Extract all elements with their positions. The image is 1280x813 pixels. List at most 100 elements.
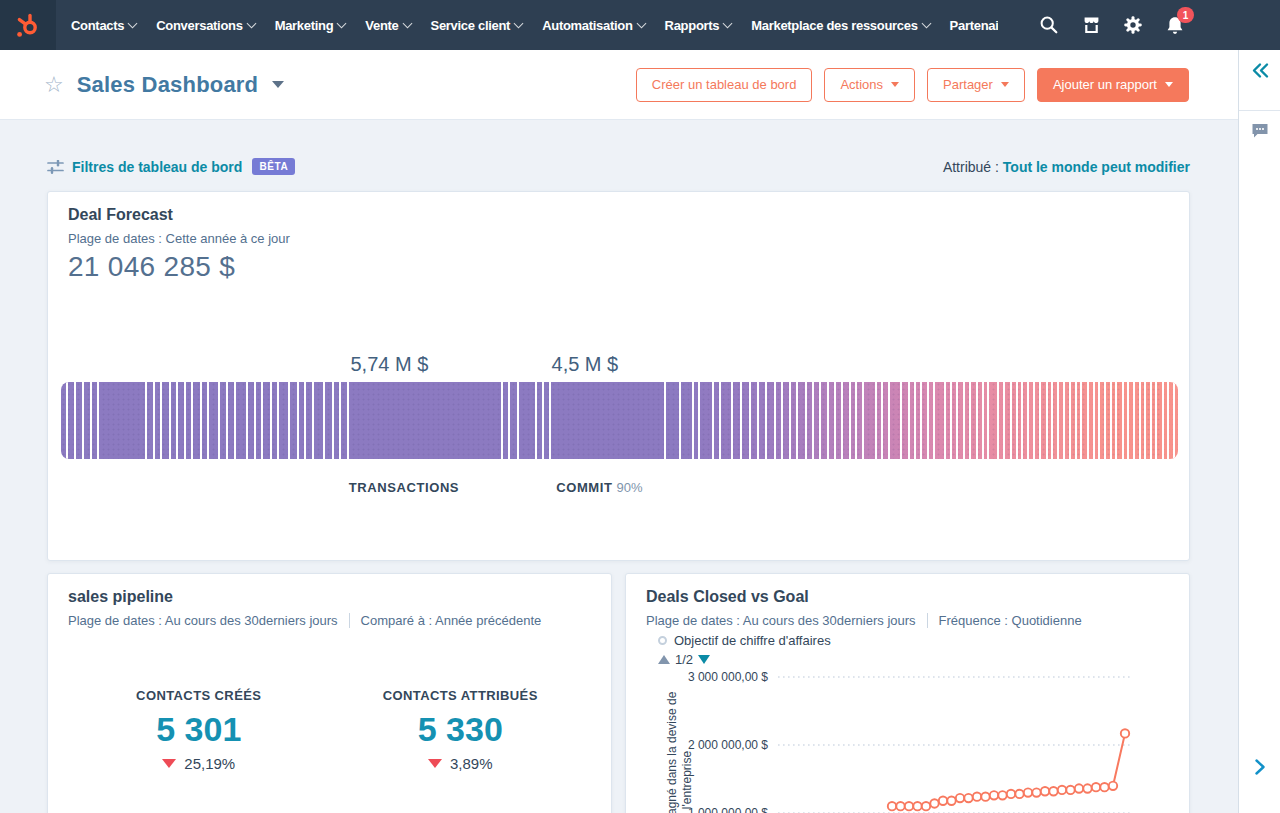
report-date-range: Plage de dates : Au cours des 30derniers…	[646, 613, 916, 628]
metric-delta: 25,19%	[68, 755, 330, 772]
nav-item-label: Contacts	[71, 18, 124, 33]
subtitle-divider	[927, 613, 928, 628]
deal-segment[interactable]	[989, 382, 997, 459]
filter-sliders-icon	[47, 160, 64, 174]
filters-link-label: Filtres de tableau de bord	[72, 159, 242, 175]
nav-item-label: Marketplace des ressources	[751, 18, 917, 33]
chevron-down-icon	[337, 18, 347, 28]
share-button[interactable]: Partager	[927, 68, 1025, 102]
delta-value: 3,89%	[450, 755, 493, 772]
deal-segment[interactable]	[935, 382, 943, 459]
expand-panel-icon[interactable]	[1254, 758, 1266, 780]
chevron-down-icon	[246, 18, 256, 28]
y-axis-tick: 1 000 000,00 $	[646, 806, 768, 813]
y-axis-tick: 3 000 000,00 $	[646, 670, 768, 684]
dashboard-filters-link[interactable]: Filtres de tableau de bord	[47, 159, 242, 175]
stage-probability: 90%	[617, 480, 643, 495]
deal-segment[interactable]	[890, 382, 900, 459]
metric-label: CONTACTS ATTRIBUÉS	[330, 688, 592, 703]
chevron-down-icon	[723, 18, 733, 28]
report-date-range: Plage de dates : Au cours des 30derniers…	[68, 613, 338, 628]
metric-contacts-crees: CONTACTS CRÉÉS 5 301 25,19%	[68, 688, 330, 772]
callout-amount: 5,74 M $	[350, 353, 428, 376]
chart-legend[interactable]: Objectif de chiffre d'affaires	[658, 633, 1169, 648]
deal-segment[interactable]	[742, 382, 749, 459]
nav-menu: Contacts Conversations Marketing Vente S…	[56, 0, 1038, 50]
collapse-panel-icon[interactable]	[1250, 62, 1269, 83]
nav-item-marketing[interactable]: Marketing	[265, 18, 356, 33]
nav-item-label: Marketing	[275, 18, 334, 33]
report-title[interactable]: Deal Forecast	[68, 206, 1169, 224]
deal-segment[interactable]	[681, 382, 692, 459]
comments-icon[interactable]	[1250, 122, 1269, 144]
deal-segment[interactable]	[236, 382, 246, 459]
nav-item-rapports[interactable]: Rapports	[655, 18, 742, 33]
forecast-callout-amounts: 5,74 M $ 4,5 M $	[61, 353, 1178, 381]
dashboard-title-caret-icon[interactable]	[272, 81, 284, 88]
deal-segment[interactable]	[99, 382, 145, 459]
deal-segment[interactable]	[700, 382, 711, 459]
nav-item-label: Partenaires	[950, 18, 998, 33]
metric-value: 5 330	[330, 710, 592, 749]
deal-segment[interactable]	[519, 382, 536, 459]
notification-badge: 1	[1177, 7, 1194, 23]
nav-item-conversations[interactable]: Conversations	[146, 18, 264, 33]
button-label: Ajouter un rapport	[1053, 77, 1157, 92]
deal-segment[interactable]	[349, 382, 501, 459]
settings-icon[interactable]	[1122, 14, 1144, 36]
hubspot-logo[interactable]	[0, 0, 56, 50]
nav-icon-group: 1	[1038, 0, 1280, 50]
sales-pipeline-card: sales pipeline Plage de dates : Au cours…	[47, 573, 612, 813]
button-label: Actions	[840, 77, 883, 92]
chevron-down-icon	[921, 18, 931, 28]
stage-name: COMMIT	[556, 480, 612, 495]
deal-segment[interactable]	[721, 382, 731, 459]
deal-segment[interactable]	[209, 382, 218, 459]
caret-down-icon	[891, 82, 899, 87]
delta-value: 25,19%	[184, 755, 235, 772]
report-subtitle: Plage de dates : Au cours des 30derniers…	[646, 613, 1169, 628]
nav-item-marketplace[interactable]: Marketplace des ressources	[741, 18, 939, 33]
favorite-star-icon[interactable]: ☆	[44, 74, 64, 96]
nav-item-vente[interactable]: Vente	[355, 18, 420, 33]
callout-amount: 4,5 M $	[552, 353, 619, 376]
report-subtitle: Plage de dates : Au cours des 30derniers…	[68, 613, 591, 628]
report-title[interactable]: Deals Closed vs Goal	[646, 588, 1169, 606]
legend-label: Objectif de chiffre d'affaires	[674, 633, 831, 648]
assigned-info: Attribué : Tout le monde peut modifier	[943, 159, 1190, 175]
chevron-down-icon	[402, 18, 412, 28]
chevron-down-icon	[514, 18, 524, 28]
bottom-cards-row: sales pipeline Plage de dates : Au cours…	[47, 573, 1190, 813]
notifications-icon[interactable]: 1	[1164, 14, 1186, 36]
dashboard-body: Filtres de tableau de bord BÊTA Attribué…	[0, 120, 1238, 813]
metric-delta: 3,89%	[330, 755, 592, 772]
nav-item-contacts[interactable]: Contacts	[61, 18, 146, 33]
search-icon[interactable]	[1038, 14, 1060, 36]
arrow-down-icon	[428, 759, 442, 768]
deal-segment[interactable]	[279, 382, 288, 459]
deal-segment[interactable]	[314, 382, 323, 459]
deal-forecast-bar	[61, 382, 1178, 459]
nav-item-service-client[interactable]: Service client	[421, 18, 533, 33]
forecast-total: 21 046 285 $	[68, 251, 1169, 283]
report-compare: Comparé à : Année précédente	[361, 613, 542, 628]
report-title[interactable]: sales pipeline	[68, 588, 591, 606]
pager-down-icon[interactable]	[698, 655, 710, 664]
marketplace-icon[interactable]	[1080, 14, 1102, 36]
page: ☆ Sales Dashboard Créer un tableau de bo…	[0, 50, 1238, 813]
legend-ring-icon	[658, 636, 667, 645]
deal-segment[interactable]	[1175, 382, 1178, 459]
nav-item-partenaires[interactable]: Partenaires	[940, 18, 998, 33]
create-dashboard-button[interactable]: Créer un tableau de bord	[636, 68, 813, 102]
deal-forecast-card: Deal Forecast Plage de dates : Cette ann…	[47, 191, 1190, 561]
stage-name: TRANSACTIONS	[349, 480, 459, 495]
deal-segment[interactable]	[864, 382, 874, 459]
add-report-button[interactable]: Ajouter un rapport	[1037, 68, 1189, 102]
actions-button[interactable]: Actions	[824, 68, 915, 102]
deal-segment[interactable]	[666, 382, 679, 459]
chevron-down-icon	[636, 18, 646, 28]
deal-segment[interactable]	[551, 382, 665, 459]
dashboard-title[interactable]: Sales Dashboard	[77, 72, 259, 98]
nav-item-automatisation[interactable]: Automatisation	[532, 18, 654, 33]
assigned-permission-link[interactable]: Tout le monde peut modifier	[1003, 159, 1190, 175]
